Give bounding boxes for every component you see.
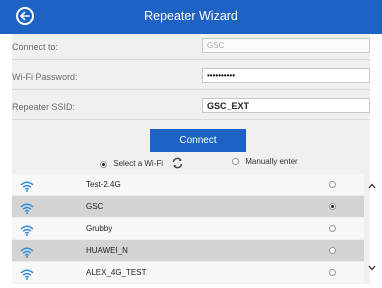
wizard-panel: Connect to: GSC Wi-Fi Password: ••••••••… [12,34,376,284]
wifi-signal-icon [20,179,34,197]
repeater-ssid-field[interactable]: GSC_EXT [202,98,370,113]
scroll-down-icon[interactable] [367,264,377,274]
wifi-signal-icon [20,201,34,219]
refresh-icon[interactable] [171,157,184,171]
network-ssid: Test-2.4G [86,180,121,189]
connect-button[interactable]: Connect [150,129,246,152]
manual-enter-radio[interactable] [232,158,239,166]
network-row[interactable]: Test-2.4G [12,174,364,195]
connect-to-label: Connect to: [12,42,59,52]
network-ssid: Grubby [86,224,113,233]
wifi-signal-icon [20,267,34,285]
repeater-ssid-row: Repeater SSID: GSC_EXT [12,94,370,120]
network-row[interactable]: HUAWEI_N [12,240,364,261]
password-row: Wi-Fi Password: •••••••••• [12,64,370,90]
select-wifi-radio[interactable] [100,160,107,168]
header-bar: Repeater Wizard [0,0,382,34]
network-radio[interactable] [329,247,336,254]
select-wifi-label: Select a Wi-Fi [113,159,164,169]
network-ssid: HUAWEI_N [86,246,128,255]
network-radio[interactable] [329,203,336,210]
wifi-signal-icon [20,245,34,263]
network-row[interactable]: Grubby [12,218,364,239]
network-ssid: ALEX_4G_TEST [86,268,147,277]
password-field[interactable]: •••••••••• [202,68,370,83]
manual-enter-option[interactable]: Manually enter [232,157,298,166]
connect-to-row: Connect to: GSC [12,34,370,60]
connect-to-field: GSC [202,38,370,53]
manual-enter-label: Manually enter [245,157,298,166]
page-title: Repeater Wizard [144,9,238,23]
repeater-ssid-label: Repeater SSID: [12,102,76,112]
select-wifi-option[interactable]: Select a Wi-Fi [100,157,184,171]
scroll-up-icon[interactable] [367,182,377,192]
password-label: Wi-Fi Password: [12,72,78,82]
network-ssid: GSC [86,202,104,211]
network-row[interactable]: GSC [12,196,364,217]
network-list: Test-2.4G GSC Grubby HUAWEI_N ALEX_4G_TEST [12,174,364,284]
network-radio[interactable] [329,181,336,188]
network-row[interactable]: ALEX_4G_TEST [12,262,364,283]
wifi-signal-icon [20,223,34,241]
network-radio[interactable] [329,225,336,232]
network-radio[interactable] [329,269,336,276]
